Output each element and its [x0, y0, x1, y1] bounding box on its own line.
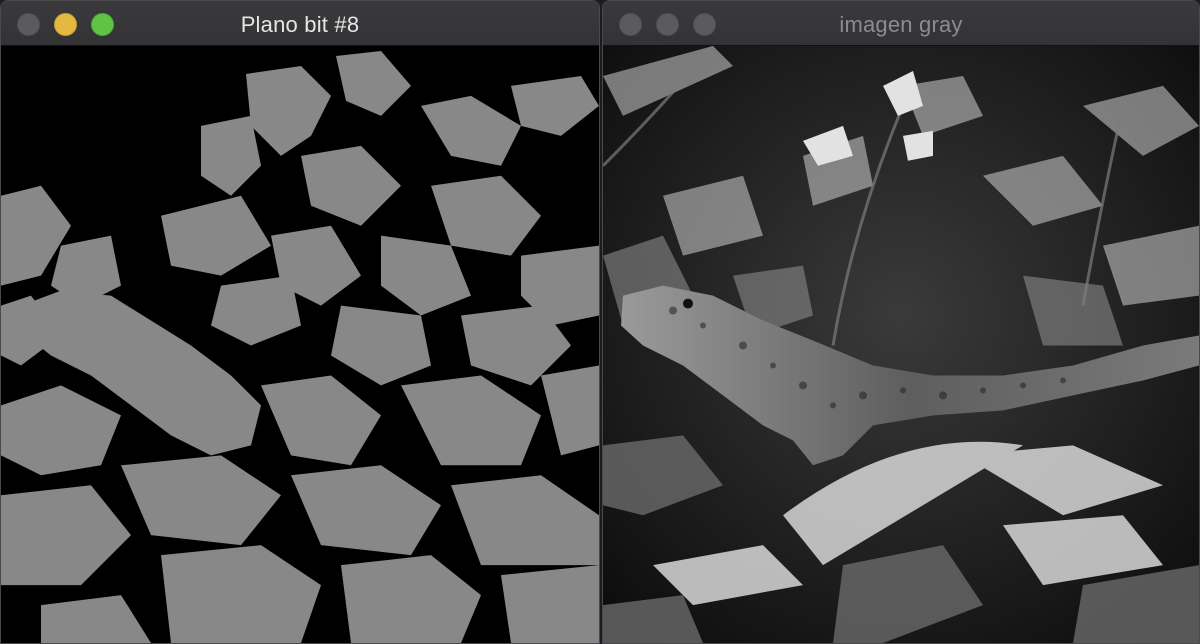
window-title: Plano bit #8 — [240, 12, 360, 37]
bitplane-window[interactable]: Plano bit #8 — [0, 0, 600, 644]
gray-image-window[interactable]: imagen gray — [602, 0, 1200, 644]
grayscale-image — [603, 46, 1199, 643]
titlebar[interactable]: imagen gray — [603, 1, 1199, 46]
bitplane-image — [1, 46, 599, 643]
titlebar[interactable]: Plano bit #8 — [1, 1, 599, 46]
window-title: imagen gray — [839, 12, 963, 37]
